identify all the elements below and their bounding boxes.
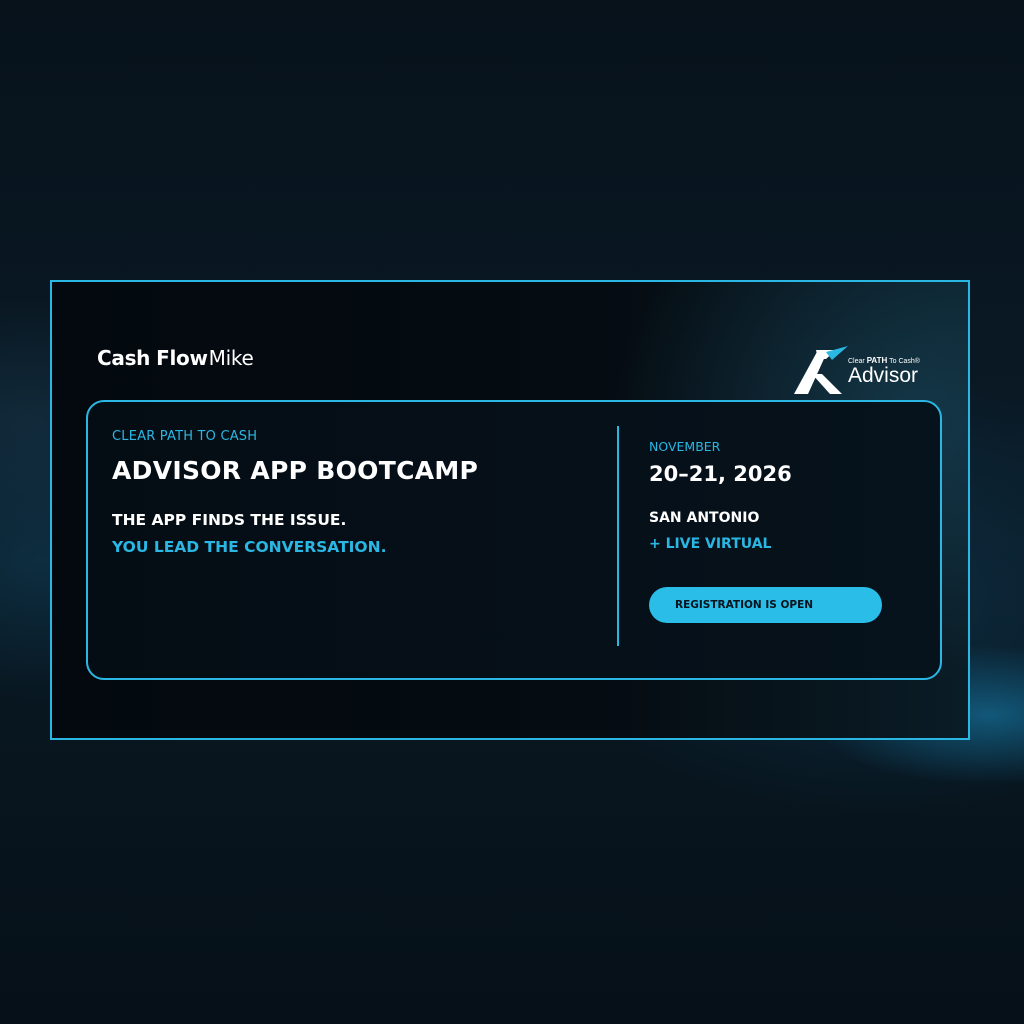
event-virtual: + LIVE VIRTUAL [649,536,772,552]
tagline-line-2: YOU LEAD THE CONVERSATION. [112,538,387,556]
logo-word-mike: Mike [208,346,254,370]
registration-button-label: REGISTRATION IS OPEN [675,599,814,611]
vertical-divider [617,426,619,646]
cashflowmike-logo: Cash Flow Mike [97,346,254,370]
event-month: NOVEMBER [649,439,721,454]
advisor-wordmark: Advisor [848,364,919,387]
event-dates: 20–21, 2026 [649,462,792,486]
event-city: SAN ANTONIO [649,510,760,526]
event-eyebrow: CLEAR PATH TO CASH [112,429,258,444]
banner-frame: Cash Flow Mike Clear PATH To Cash® Advis… [50,280,970,740]
event-title: ADVISOR APP BOOTCAMP [112,456,479,485]
registration-button[interactable]: REGISTRATION IS OPEN [649,587,882,623]
logo-word-flow: Flow [156,346,208,370]
event-card: CLEAR PATH TO CASH ADVISOR APP BOOTCAMP … [86,400,942,680]
logo-word-cash: Cash [97,346,151,370]
advisor-logo: Clear PATH To Cash® Advisor [792,346,932,396]
advisor-a-logo-icon [794,346,848,394]
tagline-line-1: THE APP FINDS THE ISSUE. [112,511,347,529]
